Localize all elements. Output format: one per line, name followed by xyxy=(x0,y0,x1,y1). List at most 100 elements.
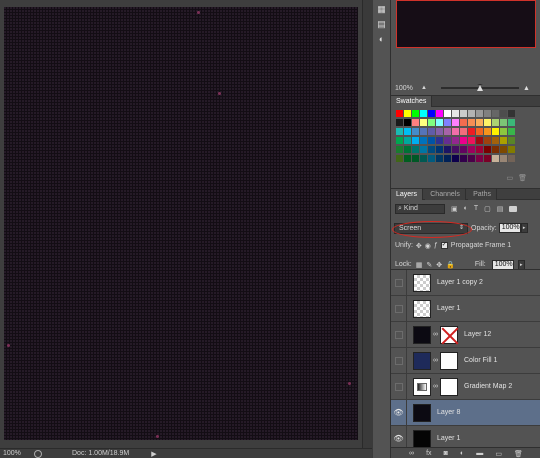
color-swatch[interactable] xyxy=(476,137,483,144)
color-swatch[interactable] xyxy=(396,146,403,153)
adjustment-filter-icon[interactable]: ◐ xyxy=(464,205,468,212)
color-swatch[interactable] xyxy=(484,155,491,162)
color-swatch[interactable] xyxy=(508,155,515,162)
color-swatch[interactable] xyxy=(404,119,411,126)
color-swatch[interactable] xyxy=(404,146,411,153)
color-swatch[interactable] xyxy=(476,146,483,153)
color-swatch[interactable] xyxy=(444,155,451,162)
color-swatch[interactable] xyxy=(436,119,443,126)
color-swatch[interactable] xyxy=(500,155,507,162)
brush-preset-icon[interactable]: ▤ xyxy=(376,19,388,30)
lock-all-icon[interactable]: 🔒 xyxy=(446,261,455,269)
tab-channels[interactable]: Channels xyxy=(425,189,466,200)
mask-thumbnail[interactable] xyxy=(440,351,458,370)
status-zoom[interactable]: 100% xyxy=(0,450,30,457)
color-swatch[interactable] xyxy=(428,128,435,135)
color-swatch[interactable] xyxy=(404,137,411,144)
color-swatch[interactable] xyxy=(396,110,403,117)
color-swatch[interactable] xyxy=(484,137,491,144)
color-swatch[interactable] xyxy=(492,146,499,153)
lock-position-icon[interactable]: ✥ xyxy=(436,261,442,269)
color-swatch[interactable] xyxy=(468,119,475,126)
color-swatch[interactable] xyxy=(460,137,467,144)
color-swatch[interactable] xyxy=(500,137,507,144)
color-swatch[interactable] xyxy=(492,110,499,117)
propagate-checkbox[interactable]: ✓ xyxy=(440,242,448,249)
color-swatch[interactable] xyxy=(420,119,427,126)
smart-object-filter-icon[interactable]: ▤ xyxy=(497,205,504,213)
lock-transparent-icon[interactable]: ▦ xyxy=(416,261,423,269)
color-swatch[interactable] xyxy=(452,110,459,117)
color-swatch[interactable] xyxy=(412,110,419,117)
color-swatch[interactable] xyxy=(508,119,515,126)
info-icon[interactable]: ▦ xyxy=(376,4,388,15)
color-swatch[interactable] xyxy=(508,128,515,135)
color-swatch[interactable] xyxy=(412,128,419,135)
color-swatch[interactable] xyxy=(500,119,507,126)
color-swatch[interactable] xyxy=(492,128,499,135)
color-swatch[interactable] xyxy=(460,110,467,117)
layer-style-icon[interactable]: fx xyxy=(426,450,431,457)
link-layers-icon[interactable]: ∞ xyxy=(409,450,414,457)
lock-image-icon[interactable]: ✎ xyxy=(426,261,432,269)
unify-position-icon[interactable]: ✥ xyxy=(416,242,422,250)
visibility-toggle[interactable] xyxy=(391,347,407,374)
blend-mode-select[interactable]: Screen ⇕ xyxy=(392,220,472,238)
color-swatch[interactable] xyxy=(500,128,507,135)
chain-link-icon[interactable]: ∞ xyxy=(433,331,438,338)
delete-swatch-icon[interactable]: 🗑 xyxy=(518,174,527,183)
color-swatch[interactable] xyxy=(444,128,451,135)
layer-row[interactable]: ∞ Color Fill 1 xyxy=(391,347,540,374)
color-swatch[interactable] xyxy=(500,146,507,153)
vertical-scrollbar[interactable] xyxy=(362,0,372,448)
color-swatch[interactable] xyxy=(420,146,427,153)
adjust-icon[interactable]: ◐ xyxy=(376,34,388,45)
color-swatch[interactable] xyxy=(404,128,411,135)
color-swatch[interactable] xyxy=(460,155,467,162)
color-swatch[interactable] xyxy=(508,137,515,144)
color-swatch[interactable] xyxy=(404,155,411,162)
color-swatch[interactable] xyxy=(396,155,403,162)
filter-toggle[interactable] xyxy=(509,205,518,212)
opacity-input[interactable]: 100% xyxy=(498,223,521,233)
fill-slider-toggle[interactable]: ▸ xyxy=(517,259,525,270)
color-swatch[interactable] xyxy=(420,155,427,162)
color-swatch[interactable] xyxy=(444,137,451,144)
color-swatch[interactable] xyxy=(412,146,419,153)
color-swatch[interactable] xyxy=(484,119,491,126)
color-swatch[interactable] xyxy=(420,137,427,144)
layer-row-selected[interactable]: 👁 Layer 8 xyxy=(391,399,540,426)
color-swatch[interactable] xyxy=(404,110,411,117)
navigator-proxy-view[interactable] xyxy=(396,0,536,48)
visibility-toggle[interactable] xyxy=(391,373,407,400)
navigator-zoom-slider[interactable] xyxy=(440,84,519,91)
color-swatch[interactable] xyxy=(436,137,443,144)
color-swatch[interactable] xyxy=(460,119,467,126)
document-canvas[interactable] xyxy=(4,7,358,440)
unify-style-icon[interactable]: ƒ xyxy=(434,242,438,249)
color-swatch[interactable] xyxy=(412,137,419,144)
color-swatch[interactable] xyxy=(452,137,459,144)
color-swatch[interactable] xyxy=(468,146,475,153)
color-swatch[interactable] xyxy=(412,119,419,126)
color-swatch[interactable] xyxy=(500,110,507,117)
fill-input[interactable]: 100% xyxy=(491,259,514,270)
color-swatch[interactable] xyxy=(436,128,443,135)
color-swatch[interactable] xyxy=(396,128,403,135)
color-swatch[interactable] xyxy=(428,119,435,126)
color-swatch[interactable] xyxy=(452,119,459,126)
color-swatch[interactable] xyxy=(436,155,443,162)
tab-paths[interactable]: Paths xyxy=(468,189,497,200)
filter-kind-select[interactable]: ⌕ Kind xyxy=(395,203,445,214)
color-swatch[interactable] xyxy=(476,119,483,126)
delete-layer-icon[interactable]: 🗑 xyxy=(514,450,523,458)
type-filter-icon[interactable]: T xyxy=(474,205,478,212)
color-swatch[interactable] xyxy=(460,146,467,153)
color-swatch[interactable] xyxy=(428,146,435,153)
layer-row[interactable]: Layer 1 copy 2 xyxy=(391,269,540,296)
color-swatch[interactable] xyxy=(444,146,451,153)
color-swatch[interactable] xyxy=(484,110,491,117)
new-adjustment-icon[interactable]: ◐ xyxy=(460,450,464,457)
status-menu-arrow-icon[interactable]: ▶ xyxy=(151,450,156,458)
color-swatch[interactable] xyxy=(492,137,499,144)
